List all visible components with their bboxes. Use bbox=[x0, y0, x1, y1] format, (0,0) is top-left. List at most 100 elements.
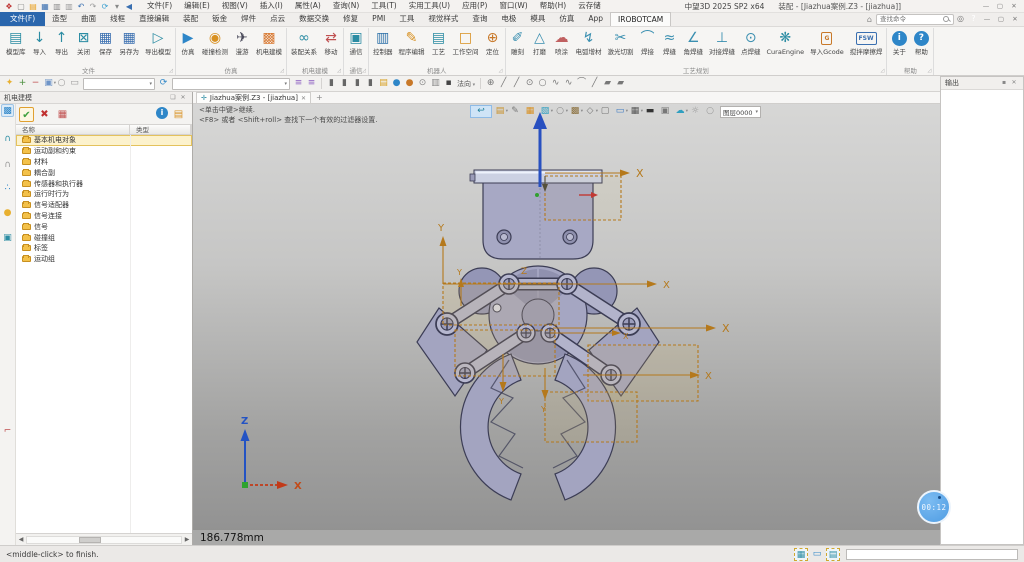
tab-mold[interactable]: 模具 bbox=[523, 12, 552, 26]
help-button[interactable]: ? 帮助 bbox=[910, 28, 932, 57]
butt-weld-button[interactable]: ⊥ 对接焊缝 bbox=[706, 28, 738, 57]
close-icon[interactable]: ✕ bbox=[1007, 1, 1021, 12]
scroll-left-icon[interactable]: ◀ bbox=[16, 536, 26, 543]
point-snap-icon[interactable]: ⊕ bbox=[484, 77, 497, 90]
graphics-viewport[interactable]: ✛ Jiazhua案例.Z3 - [jiazhua] ✕ + <单击中键>继续.… bbox=[193, 92, 940, 545]
open-folder-icon[interactable]: ▤ bbox=[27, 1, 39, 12]
background-icon[interactable]: ☁ bbox=[673, 105, 687, 118]
tab-shape[interactable]: 造型 bbox=[45, 12, 74, 26]
import-button[interactable]: ↓ 导入 bbox=[29, 28, 51, 57]
gripper-nav-icon[interactable]: ∩ bbox=[1, 133, 14, 146]
layers-icon[interactable]: ▤ bbox=[493, 105, 507, 118]
menu-insert[interactable]: 插入(I) bbox=[254, 0, 289, 12]
workspace-button[interactable]: □ 工作空间 bbox=[450, 28, 482, 57]
home-icon[interactable]: ⌂ bbox=[867, 15, 872, 24]
restore-icon[interactable]: ▢ bbox=[994, 14, 1008, 25]
sketch-icon[interactable]: ✎ bbox=[508, 105, 522, 118]
pick-chain-icon[interactable]: ▮ bbox=[351, 77, 364, 90]
tab-surface[interactable]: 曲面 bbox=[74, 12, 103, 26]
menu-attributes[interactable]: 属性(A) bbox=[289, 0, 327, 12]
component-icon[interactable]: ▩ bbox=[568, 105, 582, 118]
menu-file[interactable]: 文件(F) bbox=[141, 0, 178, 12]
prompt-history-icon[interactable]: ▦ bbox=[794, 548, 808, 561]
layer-combo[interactable]: 图层0000 bbox=[720, 106, 761, 118]
center-snap-icon[interactable]: ⊙ bbox=[523, 77, 536, 90]
align-vertical-icon[interactable]: ≡ bbox=[305, 77, 318, 90]
panel-layout-icon[interactable]: ▤ bbox=[826, 548, 840, 561]
spot-weld-button[interactable]: ⊙ 点焊缝 bbox=[738, 28, 764, 57]
pick-filter-icon[interactable]: ✦ bbox=[3, 77, 16, 90]
export-model-button[interactable]: ▷ 导出模型 bbox=[142, 28, 174, 57]
blue-part-icon[interactable]: ● bbox=[390, 77, 403, 90]
arc-snap-icon[interactable]: ⌒ bbox=[575, 77, 588, 90]
move-button[interactable]: ⇄ 移动 bbox=[320, 28, 342, 57]
tab-assembly[interactable]: 装配 bbox=[176, 12, 205, 26]
save-icon[interactable]: ▦ bbox=[39, 1, 51, 12]
undo-icon[interactable]: ↶ bbox=[75, 1, 87, 12]
float-panel-icon[interactable]: ❏ bbox=[168, 93, 178, 103]
minimize-icon[interactable]: — bbox=[980, 14, 994, 25]
camera-nav-icon[interactable]: ▣ bbox=[1, 232, 14, 245]
menu-view[interactable]: 视图(V) bbox=[216, 0, 254, 12]
command-search[interactable] bbox=[876, 14, 954, 25]
close-panel-icon[interactable]: ✕ bbox=[178, 93, 188, 103]
tree-item-signals[interactable]: 信号 bbox=[16, 221, 192, 232]
locate-button[interactable]: ⊕ 定位 bbox=[482, 28, 504, 57]
tree-item-basic-mechatronic-objects[interactable]: 基本机电对象 bbox=[16, 135, 192, 146]
search-icon[interactable] bbox=[943, 16, 950, 23]
menu-window[interactable]: 窗口(W) bbox=[493, 0, 533, 12]
new-file-icon[interactable]: ▢ bbox=[15, 1, 27, 12]
process-button[interactable]: ▤ 工艺 bbox=[428, 28, 450, 57]
save-button[interactable]: ▦ 保存 bbox=[95, 28, 117, 57]
solid-snap-icon[interactable]: ▰ bbox=[614, 77, 627, 90]
tab-simulation[interactable]: 仿真 bbox=[552, 12, 581, 26]
user-icon[interactable]: ◎ bbox=[954, 13, 967, 25]
group-launcher-icon[interactable]: ◿ bbox=[280, 69, 284, 74]
group-launcher-icon[interactable]: ◿ bbox=[927, 69, 931, 74]
communication-button[interactable]: ▣ 通信 bbox=[345, 28, 367, 57]
menu-cloud[interactable]: 云存储 bbox=[572, 0, 607, 12]
group-launcher-icon[interactable]: ◿ bbox=[337, 69, 341, 74]
tree-item-signal-connection[interactable]: 信号连接 bbox=[16, 211, 192, 222]
weld-button[interactable]: ⌒ 焊接 bbox=[637, 28, 659, 57]
viewport-canvas[interactable]: X X X X X Y Y Y Y Z bbox=[193, 92, 940, 545]
fillet-weld-button[interactable]: ∠ 角焊缝 bbox=[681, 28, 707, 57]
network-nav-icon[interactable]: ∴ bbox=[1, 182, 14, 195]
fsw-button[interactable]: FSW 搅拌摩擦焊 bbox=[847, 28, 886, 57]
restore-icon[interactable]: ▢ bbox=[993, 1, 1007, 12]
exit-assembly-icon[interactable]: ↩ bbox=[470, 105, 492, 118]
float-output-icon[interactable]: ▪ bbox=[999, 78, 1009, 88]
cancel-icon[interactable]: ✖ bbox=[37, 107, 52, 122]
walkthrough-button[interactable]: ✈ 漫游 bbox=[231, 28, 253, 57]
menu-edit[interactable]: 编辑(E) bbox=[178, 0, 216, 12]
diagonal-snap-icon[interactable]: ╱ bbox=[588, 77, 601, 90]
monitor-icon[interactable]: ▭ bbox=[810, 548, 824, 561]
edge-display-icon[interactable]: ▬ bbox=[643, 105, 657, 118]
status-input[interactable] bbox=[846, 549, 1018, 560]
tab-irobotcam[interactable]: IROBOTCAM bbox=[610, 12, 671, 26]
close-output-icon[interactable]: ✕ bbox=[1009, 78, 1019, 88]
arc-additive-button[interactable]: ↯ 电弧增材 bbox=[573, 28, 605, 57]
tree-item-tags[interactable]: 标签 bbox=[16, 243, 192, 254]
remove-pick-icon[interactable]: − bbox=[29, 77, 42, 90]
redo-icon[interactable]: ↷ bbox=[87, 1, 99, 12]
pick-loop-icon[interactable]: ▮ bbox=[364, 77, 377, 90]
plot-icon[interactable]: ▥ bbox=[63, 1, 75, 12]
tree-item-joints-constraints[interactable]: 运动副和约束 bbox=[16, 146, 192, 157]
tab-point-cloud[interactable]: 点云 bbox=[263, 12, 292, 26]
select-filter-icon[interactable]: ○ bbox=[553, 105, 567, 118]
menu-tools[interactable]: 工具(T) bbox=[365, 0, 402, 12]
controller-button[interactable]: ▥ 控制器 bbox=[370, 28, 396, 57]
confirm-icon[interactable]: ✔ bbox=[19, 107, 34, 122]
tree-item-runtime-behavior[interactable]: 运行时行为 bbox=[16, 189, 192, 200]
face-snap-icon[interactable]: ▰ bbox=[601, 77, 614, 90]
tree-item-signal-adapter[interactable]: 信号适配器 bbox=[16, 200, 192, 211]
program-edit-button[interactable]: ✎ 程序编辑 bbox=[396, 28, 428, 57]
tree-item-motion-group[interactable]: 运动组 bbox=[16, 254, 192, 265]
about-button[interactable]: i 关于 bbox=[888, 28, 910, 57]
spline-snap-icon[interactable]: ∿ bbox=[562, 77, 575, 90]
tab-repair[interactable]: 修复 bbox=[336, 12, 365, 26]
info-icon[interactable]: i bbox=[156, 107, 168, 119]
tab-tools[interactable]: 工具 bbox=[392, 12, 421, 26]
app-logo[interactable]: ❖ bbox=[3, 1, 15, 12]
